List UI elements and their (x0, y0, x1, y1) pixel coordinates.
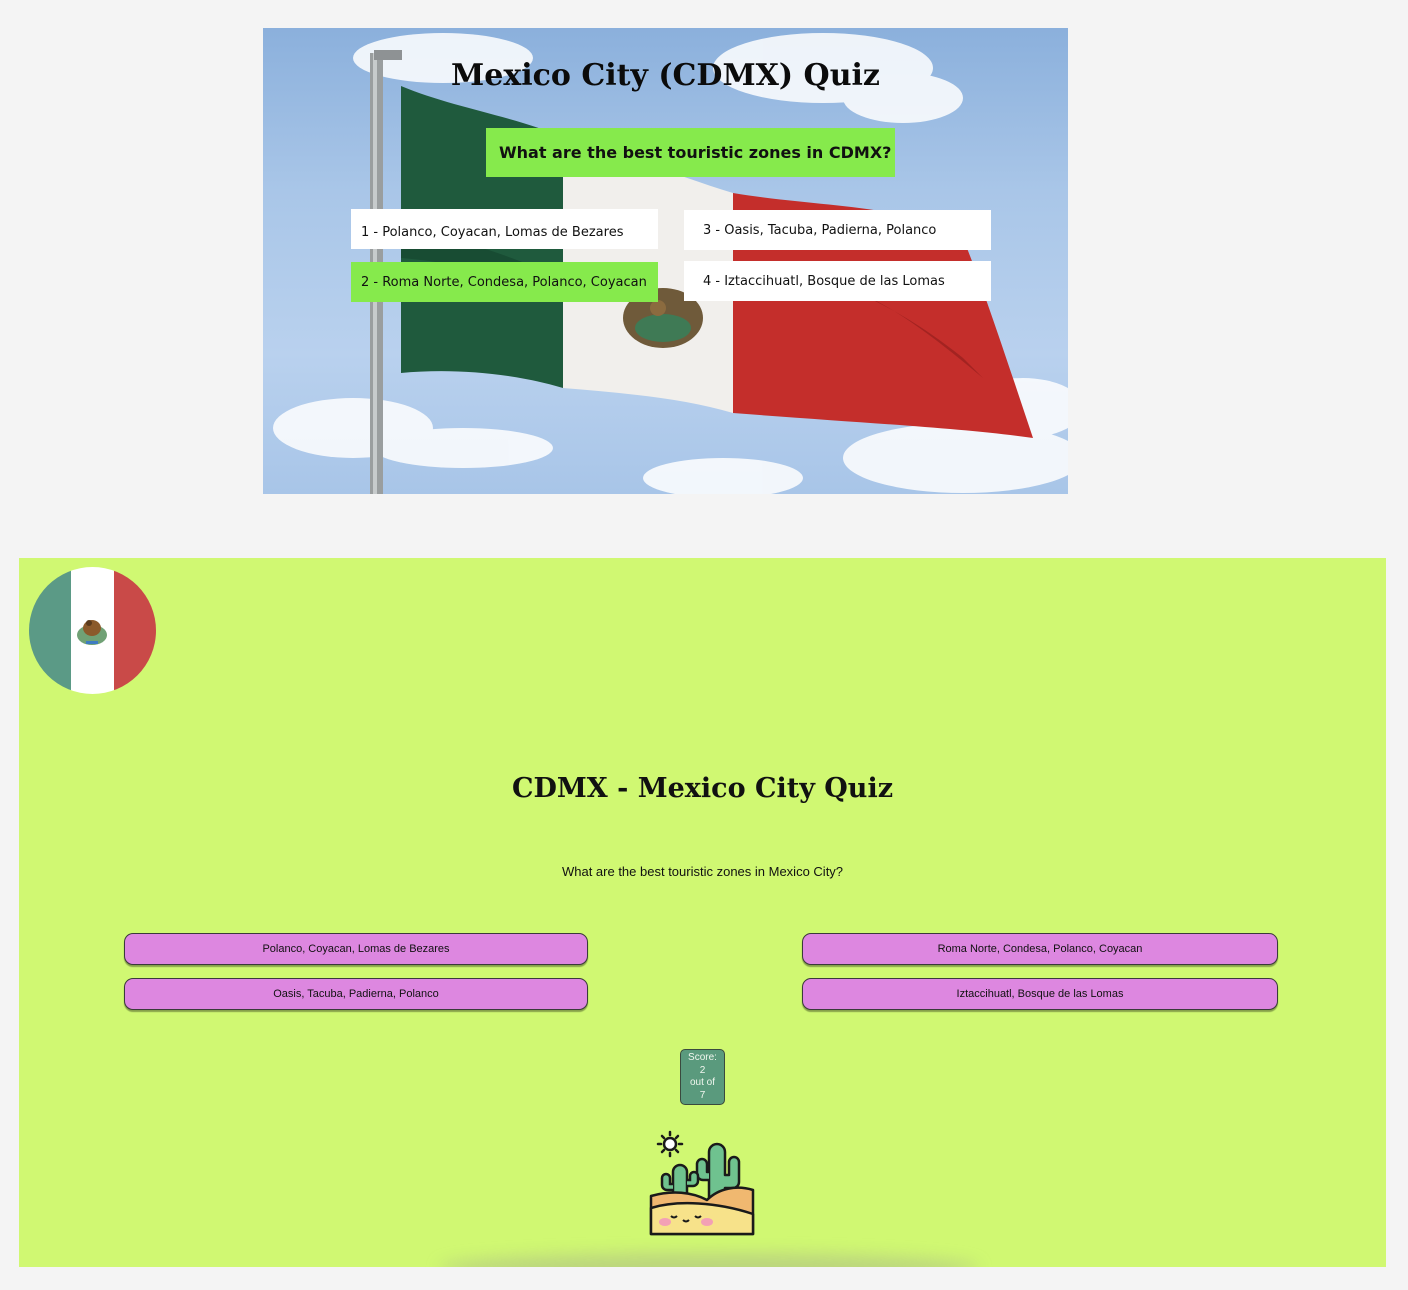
answer-button-1[interactable]: Polanco, Coyacan, Lomas de Bezares (124, 933, 588, 965)
score-out-of: out of (689, 1077, 716, 1088)
quiz-app: CDMX - Mexico City Quiz What are the bes… (19, 558, 1386, 1267)
mockup-option-4: 4 - Iztaccihuatl, Bosque de las Lomas (684, 261, 991, 301)
mockup-option-3: 3 - Oasis, Tacuba, Padierna, Polanco (684, 210, 991, 250)
mockup-option-2: 2 - Roma Norte, Condesa, Polanco, Coyaca… (351, 262, 658, 302)
answer-button-4[interactable]: Iztaccihuatl, Bosque de las Lomas (802, 978, 1278, 1010)
mockup-option-label: 1 - Polanco, Coyacan, Lomas de Bezares (361, 225, 624, 240)
score-label: Score: (688, 1052, 717, 1063)
page-title: CDMX - Mexico City Quiz (511, 773, 894, 804)
score-box: Score: 2 out of 7 (680, 1049, 725, 1105)
mockup-option-label: 4 - Iztaccihuatl, Bosque de las Lomas (703, 273, 945, 289)
mockup-option-1: 1 - Polanco, Coyacan, Lomas de Bezares (351, 209, 658, 249)
quiz-mockup-image: Mexico City (CDMX) Quiz What are the bes… (263, 28, 1068, 494)
mockup-option-label: 2 - Roma Norte, Condesa, Polanco, Coyaca… (361, 274, 647, 290)
answer-button-3[interactable]: Oasis, Tacuba, Padierna, Polanco (124, 978, 588, 1010)
mockup-option-label: 3 - Oasis, Tacuba, Padierna, Polanco (703, 222, 937, 238)
mockup-question: What are the best touristic zones in CDM… (486, 128, 895, 177)
question-text: What are the best touristic zones in Mex… (561, 864, 844, 879)
mexico-flag-badge-icon (29, 567, 156, 694)
cactus-desert-icon (649, 1130, 755, 1236)
score-value: 2 (699, 1064, 706, 1076)
bottom-shadow (439, 1253, 979, 1267)
score-total: 7 (699, 1089, 706, 1101)
answer-button-2[interactable]: Roma Norte, Condesa, Polanco, Coyacan (802, 933, 1278, 965)
eagle-emblem-icon (77, 619, 108, 645)
mockup-title: Mexico City (CDMX) Quiz (451, 58, 880, 93)
